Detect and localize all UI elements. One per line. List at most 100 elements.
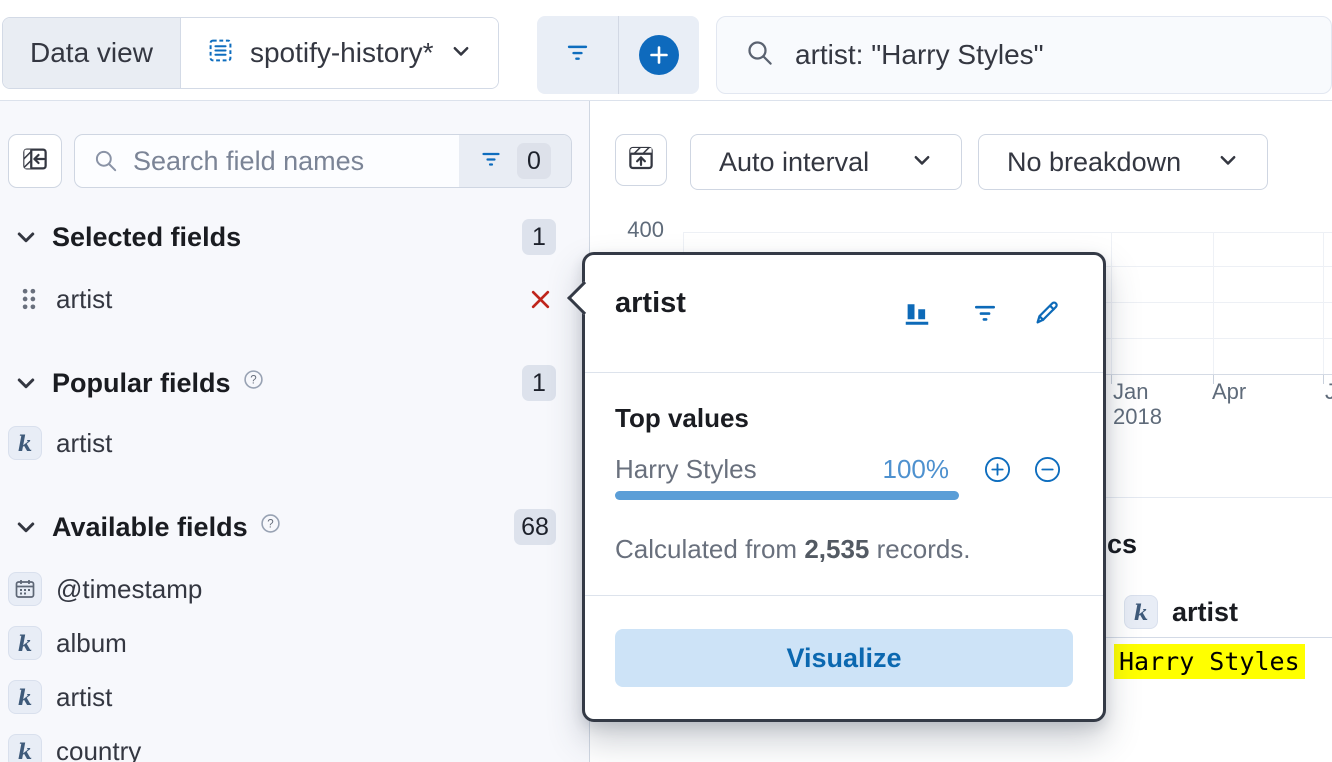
search-icon [93,148,119,174]
remove-field-button[interactable] [524,283,556,315]
visualize-button[interactable]: Visualize [615,629,1073,687]
interval-label: Auto interval [719,147,869,178]
field-name: @timestamp [56,574,202,605]
field-popover: artist Top values Harry Styles 100% Calc… [582,252,1106,722]
x-axis-label-jul-partial: J [1325,379,1332,404]
keyword-token: k [8,426,42,460]
field-name: artist [56,428,112,459]
available-field-timestamp[interactable]: @timestamp [0,569,590,609]
question-icon[interactable]: ? [243,369,264,390]
filter-controls-group [537,16,699,94]
interval-dropdown[interactable]: Auto interval [690,134,962,190]
available-field-album[interactable]: k album [0,623,590,663]
filter-icon [564,39,591,71]
plus-circle-icon [639,35,679,75]
available-field-artist[interactable]: k artist [0,677,590,717]
x-axis-label-jan-2018: Jan2018 [1113,379,1162,429]
calendar-icon [8,572,42,606]
top-bar: Data view spotify-history* [0,0,1332,101]
gridline [1111,232,1112,374]
available-fields-count-badge: 68 [514,509,556,545]
data-view-selected[interactable]: spotify-history* [181,18,498,88]
gridline [1323,232,1324,374]
doc-table-cell: Harry Styles [1114,647,1305,676]
selected-fields-header[interactable]: Selected fields 1 [0,217,590,257]
popover-field-title: artist [615,287,686,320]
gridline [684,232,1332,233]
filter-icon [479,147,503,176]
top-value-percent: 100% [825,454,949,485]
field-name: country [56,736,141,762]
y-axis-tick-400: 400 [616,217,664,243]
highlighted-value: Harry Styles [1114,644,1305,679]
breakdown-label: No breakdown [1007,147,1181,178]
top-values-heading: Top values [615,403,749,434]
available-fields-header[interactable]: Available fields? 68 [0,507,590,547]
saved-filters-button[interactable] [537,16,618,94]
svg-text:?: ? [250,374,256,386]
popular-fields-label: Popular fields? [52,368,264,399]
discover-app: Data view spotify-history* [0,0,1332,762]
svg-text:?: ? [267,518,273,530]
collapse-left-icon [20,144,50,179]
field-name: album [56,628,127,659]
divider [1106,637,1332,638]
calculated-from-text: Calculated from 2,535 records. [615,534,971,565]
keyword-token: k [8,626,42,660]
breakdown-dropdown[interactable]: No breakdown [978,134,1268,190]
data-view-switcher[interactable]: Data view spotify-history* [2,17,499,89]
axis-tick [1111,375,1112,384]
chevron-down-icon [14,225,38,249]
records-count: 2,535 [804,534,869,564]
popular-fields-count-badge: 1 [522,365,556,401]
chevron-down-icon [1217,149,1239,176]
top-value-progress-bar [615,491,959,500]
search-icon [745,38,775,73]
data-view-label: Data view [3,18,181,88]
popular-field-artist[interactable]: k artist [0,423,590,463]
query-bar[interactable] [716,16,1332,94]
pencil-icon[interactable] [1031,297,1063,329]
add-filter-button[interactable] [619,16,700,94]
query-input[interactable] [795,39,1235,71]
data-view-name: spotify-history* [250,37,434,69]
gridline [1213,232,1214,374]
filter-icon[interactable] [969,297,1001,329]
field-name: artist [56,284,112,315]
tab-label-fragment[interactable]: cs [1107,529,1137,560]
divider [585,372,1103,373]
axis-tick [1323,375,1324,384]
drag-handle-icon[interactable] [18,286,40,312]
filter-out-value-button[interactable] [1033,455,1062,484]
doc-table-column-artist[interactable]: artist [1172,597,1238,628]
x-axis-label-apr: Apr [1212,379,1246,404]
visualize-field-button[interactable] [901,297,933,329]
keyword-token: k [1124,595,1158,629]
keyword-token: k [8,734,42,762]
field-filter-count-badge: 0 [517,143,551,179]
data-view-list-icon [207,37,234,69]
selected-fields-label: Selected fields [52,222,241,253]
chevron-down-icon [14,515,38,539]
fields-sidebar: 0 Selected fields 1 artist Popular [0,101,590,762]
field-filter-button[interactable]: 0 [459,135,571,187]
available-field-country[interactable]: k country [0,731,590,762]
filter-for-value-button[interactable] [983,455,1012,484]
chevron-down-icon [450,40,472,67]
divider [585,595,1103,596]
selected-fields-count-badge: 1 [522,219,556,255]
top-value-label: Harry Styles [615,454,757,485]
selected-field-artist[interactable]: artist [0,279,590,319]
available-fields-label: Available fields? [52,512,281,543]
field-search: 0 [74,134,572,188]
collapse-sidebar-button[interactable] [8,134,62,188]
field-name: artist [56,682,112,713]
field-search-input[interactable] [119,146,459,177]
chevron-down-icon [911,149,933,176]
panel-arrow-up-icon [626,143,656,178]
keyword-token: k [8,680,42,714]
question-icon[interactable]: ? [260,513,281,534]
hide-chart-button[interactable] [615,134,667,186]
popular-fields-header[interactable]: Popular fields? 1 [0,363,590,403]
chevron-down-icon [14,371,38,395]
